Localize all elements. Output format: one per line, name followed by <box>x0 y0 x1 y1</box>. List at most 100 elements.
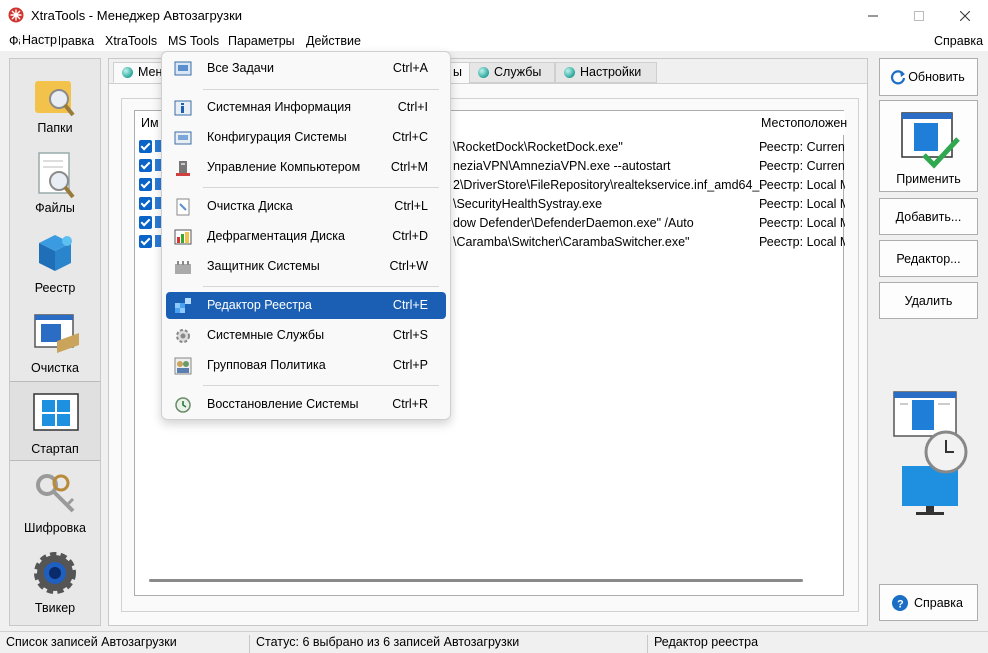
close-button[interactable] <box>942 0 988 31</box>
menu-item-shortcut: Ctrl+A <box>392 61 428 75</box>
row-path: \Caramba\Switcher\CarambaSwitcher.exe" <box>453 235 690 249</box>
tab-dot-icon <box>122 67 133 78</box>
apply-icon <box>901 112 960 169</box>
tab-settings[interactable]: Настройки <box>555 62 657 83</box>
row-checkbox[interactable] <box>139 197 152 210</box>
apply-button[interactable]: Применить <box>879 100 978 192</box>
row-checkbox[interactable] <box>139 159 152 172</box>
menu-parameters[interactable]: Параметры <box>228 34 295 48</box>
menu-item-system-restore[interactable]: Восстановление Системы Ctrl+R <box>166 391 446 418</box>
tab-startup-manager-label: Мен <box>138 65 163 79</box>
help-button[interactable]: ? Справка <box>879 584 978 621</box>
menu-item-defrag[interactable]: Дефрагментация Диска Ctrl+D <box>166 223 446 250</box>
menu-item-system-info[interactable]: Системная Информация Ctrl+I <box>166 94 446 121</box>
menu-ms-tools[interactable]: MS Tools <box>168 34 219 48</box>
menu-item-system-config[interactable]: Конфигурация Системы Ctrl+C <box>166 124 446 151</box>
minimize-button[interactable] <box>850 0 896 31</box>
row-location: Реестр: Local M <box>759 178 845 192</box>
menu-item-system-defender[interactable]: Защитник Системы Ctrl+W <box>166 253 446 280</box>
nav-startup[interactable]: Стартап <box>10 381 100 461</box>
menu-item-all-tasks[interactable]: Все Задачи Ctrl+A <box>166 55 446 82</box>
tab-services[interactable]: Службы <box>469 62 555 83</box>
column-location-header[interactable]: Местоположен <box>761 116 847 130</box>
help-label: Справка <box>913 596 964 610</box>
startup-icon <box>33 393 79 431</box>
row-checkbox[interactable] <box>139 216 152 229</box>
menu-item-label: Управление Компьютером <box>207 160 361 174</box>
tab-dot-icon <box>478 67 489 78</box>
maximize-button[interactable] <box>896 0 942 31</box>
tab-settings-label: Настройки <box>580 65 642 79</box>
editor-button[interactable]: Редактор... <box>879 240 978 277</box>
menu-item-label: Конфигурация Системы <box>207 130 347 144</box>
menu-item-shortcut: Ctrl+R <box>392 397 428 411</box>
menu-item-disk-cleanup[interactable]: Очистка Диска Ctrl+L <box>166 193 446 220</box>
row-checkbox[interactable] <box>139 178 152 191</box>
delete-label: Удалить <box>904 294 953 308</box>
nav-registry[interactable]: Реестр <box>10 221 100 301</box>
menu-action[interactable]: Действие <box>306 34 361 48</box>
menu-item-group-policy[interactable]: Групповая Политика Ctrl+P <box>166 352 446 379</box>
nav-cleanup-label: Очистка <box>31 361 79 375</box>
nav-files-label: Файлы <box>35 201 75 215</box>
registry-editor-icon <box>175 298 191 313</box>
row-path: \SecurityHealthSystray.exe <box>453 197 603 211</box>
refresh-button[interactable]: Обновить <box>879 58 978 96</box>
tab-services-label: Службы <box>494 65 542 79</box>
horizontal-scrollbar[interactable] <box>149 579 803 582</box>
menu-item-shortcut: Ctrl+I <box>397 100 428 114</box>
menu-item-label: Групповая Политика <box>207 358 326 372</box>
menu-item-computer-management[interactable]: Управление Компьютером Ctrl+M <box>166 154 446 181</box>
registry-icon <box>39 235 72 271</box>
menu-item-label: Системная Информация <box>207 100 352 114</box>
status-bar: Список записей Автозагрузки Статус: 6 вы… <box>0 631 988 653</box>
row-location: Реестр: Local M <box>759 216 845 230</box>
system-services-icon <box>176 329 190 343</box>
add-label: Добавить... <box>895 210 962 224</box>
row-location: Реестр: Current <box>759 159 845 173</box>
app-logo-icon <box>8 7 24 23</box>
row-path: dow Defender\DefenderDaemon.exe" /Auto <box>453 216 694 230</box>
delete-button[interactable]: Удалить <box>879 282 978 319</box>
menu-item-label: Системные Службы <box>207 328 325 342</box>
nav-tweaker-label: Твикер <box>34 601 76 615</box>
window-title: XtraTools - Менеджер Автозагрузки <box>31 8 243 23</box>
row-path: 2\DriverStore\FileRepository\realtekserv… <box>453 178 763 192</box>
tab-second-label-fragment: ы <box>453 65 462 79</box>
add-button[interactable]: Добавить... <box>879 198 978 235</box>
title-bar: XtraTools - Менеджер Автозагрузки <box>0 0 988 31</box>
menu-item-label: Защитник Системы <box>207 259 320 273</box>
menu-item-registry-editor[interactable]: Редактор Реестра Ctrl+E <box>166 292 446 319</box>
menu-item-shortcut: Ctrl+E <box>392 298 428 312</box>
tab-dot-icon <box>564 67 575 78</box>
menu-item-shortcut: Ctrl+C <box>392 130 428 144</box>
menu-separator <box>203 286 439 287</box>
menu-item-shortcut: Ctrl+P <box>392 358 428 372</box>
nav-files[interactable]: Файлы <box>10 141 100 221</box>
nav-registry-label: Реестр <box>34 281 76 295</box>
nav-tweaker[interactable]: Твикер <box>10 541 100 621</box>
nav-encryption-label: Шифровка <box>24 521 86 535</box>
menu-xtratools[interactable]: XtraTools <box>105 34 157 48</box>
menu-item-label: Очистка Диска <box>207 199 293 213</box>
row-checkbox[interactable] <box>139 140 152 153</box>
all-tasks-icon <box>174 61 192 76</box>
nav-encryption[interactable]: Шифровка <box>10 461 100 541</box>
menu-separator <box>203 187 439 188</box>
minimize-icon <box>868 15 878 16</box>
nav-cleanup[interactable]: Очистка <box>10 301 100 381</box>
keys-icon <box>36 474 75 513</box>
nav-folders[interactable]: Папки <box>10 61 100 141</box>
row-location: Реестр: Local M <box>759 197 845 211</box>
system-info-icon <box>174 100 192 116</box>
menu-help[interactable]: Справка <box>934 34 983 48</box>
menu-item-shortcut: Ctrl+S <box>392 328 428 342</box>
cleanup-icon <box>34 314 79 353</box>
folders-icon <box>35 81 75 117</box>
refresh-label: Обновить <box>908 70 965 84</box>
row-checkbox[interactable] <box>139 235 152 248</box>
column-name-header[interactable]: Им <box>141 116 159 130</box>
menu-item-shortcut: Ctrl+M <box>390 160 428 174</box>
menu-bar: Файл Правка XtraTools MS Tools Параметры… <box>0 31 988 51</box>
menu-item-system-services[interactable]: Системные Службы Ctrl+S <box>166 322 446 349</box>
